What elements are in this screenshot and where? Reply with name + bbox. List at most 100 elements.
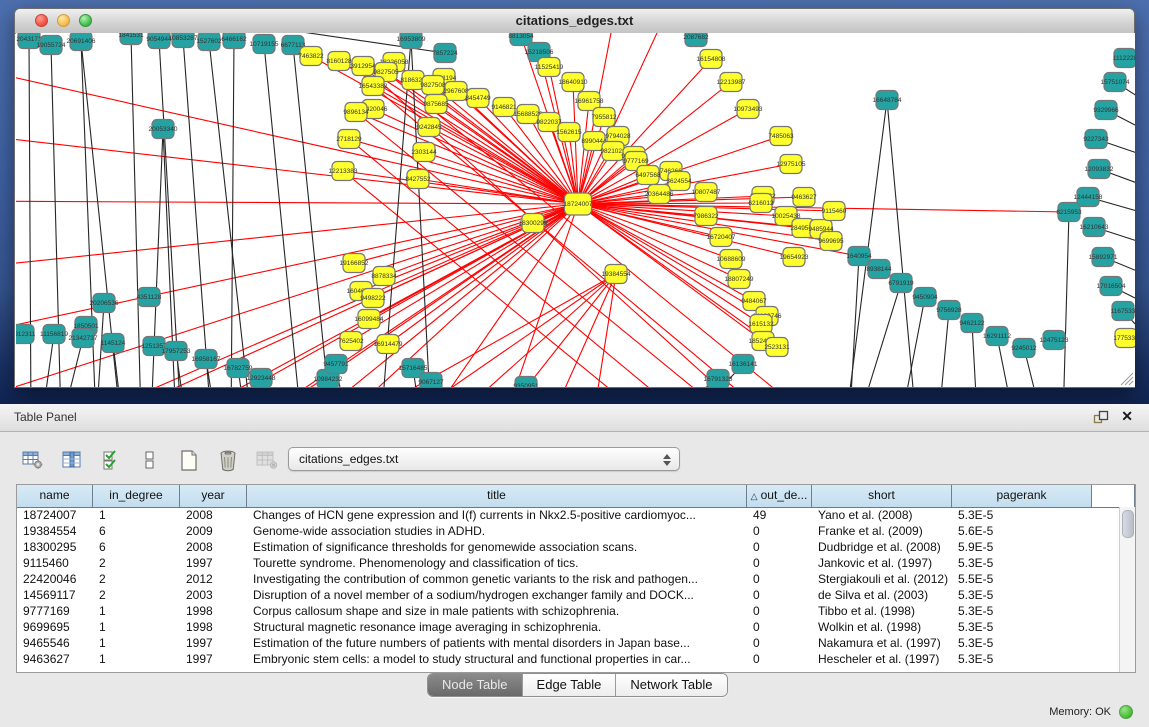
node-label: 10973493 (734, 106, 763, 113)
scrollbar-thumb[interactable] (1122, 510, 1134, 538)
node-label: 8427552 (405, 176, 431, 183)
network-edge (16, 201, 578, 204)
node-label: 8215953 (1056, 209, 1082, 216)
network-window[interactable]: citations_edges.txt 18724007183002951938… (14, 8, 1135, 388)
float-panel-icon[interactable] (1093, 410, 1109, 426)
table-row[interactable]: 1456911722003Disruption of a novel membe… (17, 587, 1120, 603)
table-row[interactable]: 1872400712008Changes of HCN gene express… (17, 507, 1120, 523)
node-label: 15716485 (399, 365, 428, 372)
node-label: 9350951 (513, 383, 539, 387)
table-cell: Corpus callosum shape and size in male p… (247, 603, 747, 619)
table-row[interactable]: 2242004622012Investigating the contribut… (17, 571, 1120, 587)
network-edge (941, 310, 949, 387)
node-label: 19654923 (780, 254, 809, 261)
network-edge (131, 35, 141, 387)
table-cell: Yano et al. (2008) (812, 507, 952, 523)
table-row[interactable]: 977716911998Corpus callosum shape and si… (17, 603, 1120, 619)
table-settings-icon[interactable] (18, 446, 48, 474)
table-cell: Tourette syndrome. Phenomenology and cla… (247, 555, 747, 571)
select-all-icon[interactable] (96, 446, 126, 474)
node-label: 10807487 (692, 189, 721, 196)
node-label: 8454749 (465, 95, 491, 102)
table-cell: Embryonic stem cells: a model to study s… (247, 651, 747, 667)
node-label: 2967608 (443, 88, 469, 95)
table-panel-title: Table Panel (14, 404, 77, 431)
table-cell: 1997 (180, 651, 247, 667)
column-header-pagerank[interactable]: pagerank (952, 485, 1092, 507)
network-edge (546, 274, 616, 387)
node-label: 4351128 (137, 294, 162, 301)
table-cell: Estimation of significance thresholds fo… (247, 539, 747, 555)
table-cell: 9699695 (17, 619, 93, 635)
table-cell: 22420046 (17, 571, 93, 587)
table-cell: 1 (93, 507, 180, 523)
network-canvas[interactable]: 1872400718300295193845542043171190557242… (16, 33, 1135, 387)
table-cell: Structural magnetic resonance image aver… (247, 619, 747, 635)
table-cell: 5.3E-5 (952, 651, 1092, 667)
column-header-in_degree[interactable]: in_degree (93, 485, 180, 507)
node-label: 16099484 (355, 316, 384, 323)
table-row[interactable]: 946362711997Embryonic stem cells: a mode… (17, 651, 1120, 667)
network-window-titlebar[interactable]: citations_edges.txt (15, 9, 1134, 34)
new-table-icon[interactable] (174, 446, 204, 474)
column-header-year[interactable]: year (180, 485, 247, 507)
deselect-all-icon[interactable] (135, 446, 165, 474)
table-cell: 1998 (180, 619, 247, 635)
network-edge (293, 45, 331, 387)
table-row[interactable]: 969969511998Structural magnetic resonanc… (17, 619, 1120, 635)
node-label: 9777169 (623, 158, 649, 165)
table-cell: 2008 (180, 507, 247, 523)
table-type-tabs: Node Table Edge Table Network Table (427, 673, 728, 697)
network-edge (396, 274, 616, 387)
node-label: 16154808 (697, 56, 726, 63)
tab-node-table[interactable]: Node Table (428, 674, 523, 696)
node-label: 16648784 (873, 97, 902, 104)
resize-grip-icon[interactable] (1121, 373, 1133, 385)
node-label: 6466162 (221, 36, 247, 43)
table-cell: 9115460 (17, 555, 93, 571)
show-columns-icon[interactable] (57, 446, 87, 474)
node-label: 9067127 (418, 379, 444, 386)
tab-edge-table[interactable]: Edge Table (523, 674, 617, 696)
close-panel-icon[interactable]: ✕ (1121, 408, 1133, 425)
table-row[interactable]: 1938455462009Genome-wide association stu… (17, 523, 1120, 539)
node-label: 18640910 (559, 79, 588, 86)
tab-network-table[interactable]: Network Table (616, 674, 726, 696)
node-label: 7463822 (298, 53, 324, 60)
status-bar: Memory: OK (0, 699, 1149, 727)
node-label: 2718129 (336, 136, 362, 143)
table-row[interactable]: 946554611997Estimation of the future num… (17, 635, 1120, 651)
node-label: 18724007 (564, 201, 593, 208)
table-selector-dropdown[interactable]: citations_edges.txt (288, 447, 680, 471)
node-label: 16291112 (983, 333, 1011, 340)
node-label: 16953809 (397, 36, 426, 43)
column-header-title[interactable]: title (247, 485, 747, 507)
table-cell: Investigating the contribution of common… (247, 571, 747, 587)
table-row[interactable]: 911546021997Tourette syndrome. Phenomeno… (17, 555, 1120, 571)
header-filler (1092, 485, 1135, 507)
node-label: 7955812 (591, 114, 617, 121)
node-label: 17016504 (1097, 283, 1126, 290)
node-label: 7857224 (432, 50, 458, 57)
table-cell: Estimation of the future numbers of pati… (247, 635, 747, 651)
vertical-scrollbar[interactable] (1119, 507, 1135, 672)
node-label: 9245012 (1011, 345, 1037, 352)
node-label: 3912954 (350, 63, 376, 70)
node-label: 10853287 (169, 35, 198, 42)
node-label: 3624554 (666, 178, 692, 185)
node-label: 9450904 (912, 294, 938, 301)
column-header-short[interactable]: short (812, 485, 952, 507)
delete-rows-icon[interactable] (213, 446, 243, 474)
network-edge (209, 41, 251, 387)
table-row[interactable]: 1830029562008Estimation of significance … (17, 539, 1120, 555)
node-label: 6497568 (635, 172, 661, 179)
node-label: 9115460 (822, 208, 847, 215)
column-header-name[interactable]: name (17, 485, 93, 507)
table-cell: 1 (93, 619, 180, 635)
node-label: 8938144 (866, 266, 892, 273)
node-label: 11525419 (535, 64, 564, 71)
table-cell: 0 (747, 571, 812, 587)
column-header-out_de[interactable]: △out_de... (747, 485, 812, 507)
delete-table-icon[interactable] (252, 446, 282, 474)
table-cell: 2008 (180, 539, 247, 555)
